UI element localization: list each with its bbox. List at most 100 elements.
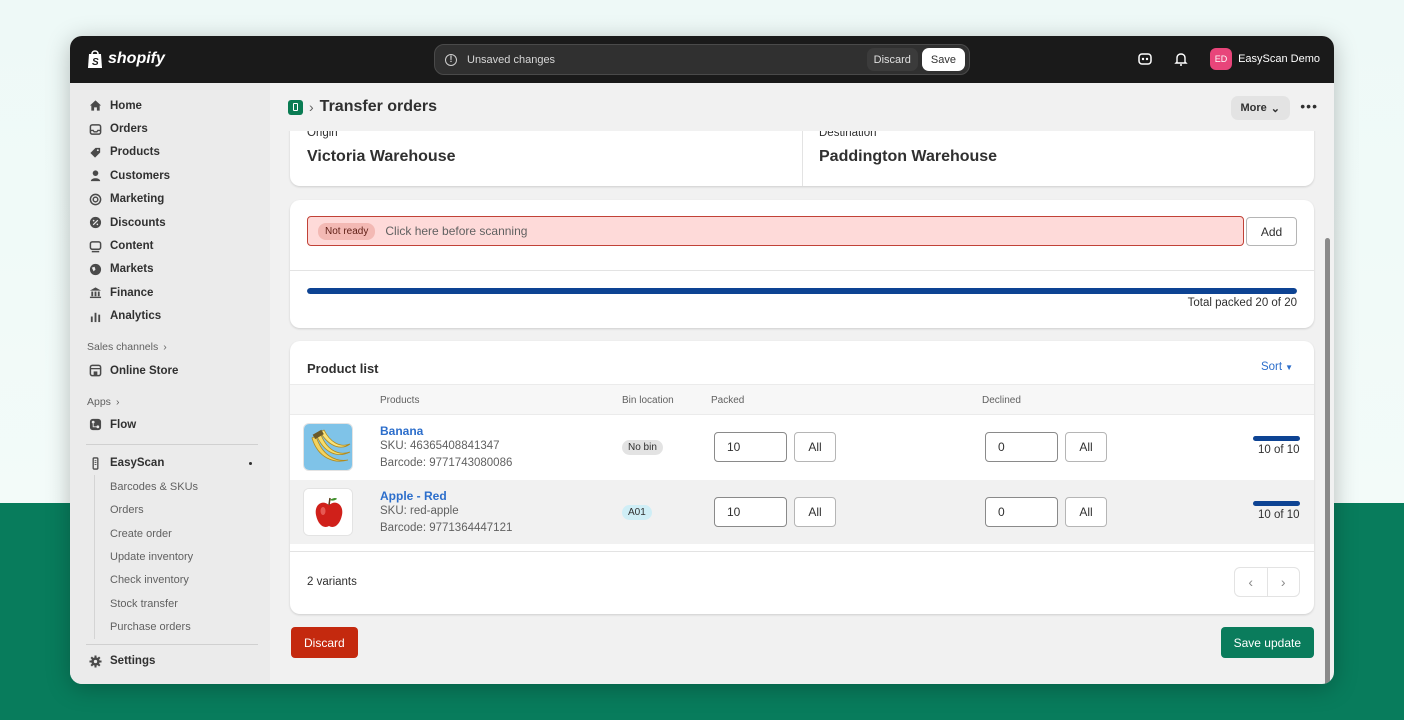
sidebar-item-orders[interactable]: Orders: [70, 117, 270, 140]
sales-channels-title[interactable]: Sales channels ›: [70, 336, 270, 359]
chevron-right-icon[interactable]: ›: [1268, 568, 1300, 596]
sidebar-item-easyscan[interactable]: EasyScan: [70, 452, 270, 475]
banana-image: [303, 423, 353, 471]
sidebar-subitem-create-order[interactable]: Create order: [70, 521, 270, 546]
sidebar-item-discounts[interactable]: Discounts: [70, 211, 270, 234]
sidebar-item-label: Markets: [110, 263, 154, 276]
product-barcode: Barcode: 9771364447121: [380, 522, 513, 534]
unsaved-changes-bar: ! Unsaved changes Discard Save: [434, 44, 970, 75]
sidekick-icon[interactable]: [1134, 48, 1156, 70]
sidebar-subitem-barcodes[interactable]: Barcodes & SKUs: [70, 475, 270, 499]
column-header-bin: Bin location: [622, 395, 674, 406]
sidebar-item-markets[interactable]: Markets: [70, 258, 270, 281]
apple-image: [303, 488, 353, 536]
scrollbar[interactable]: [1325, 238, 1330, 684]
sidebar-item-flow[interactable]: Flow: [70, 413, 270, 436]
sidebar-subitem-purchase-orders[interactable]: Purchase orders: [70, 615, 270, 640]
sidebar-item-label: Analytics: [110, 310, 162, 323]
packed-input[interactable]: [714, 497, 787, 527]
chevron-left-icon[interactable]: ‹: [1235, 568, 1268, 596]
sidebar: Home Orders Products Customers Marketing…: [70, 83, 270, 684]
sidebar-item-home[interactable]: Home: [70, 94, 270, 117]
main-content: › Transfer orders More ⌄ ••• Origin Victo…: [270, 83, 1334, 684]
origin-column: Origin Victoria Warehouse: [307, 127, 456, 166]
top-bar: S shopify ! Unsaved changes Discard Save…: [70, 36, 1334, 83]
sidebar-item-label: EasyScan: [110, 457, 165, 470]
sidebar-item-analytics[interactable]: Analytics: [70, 305, 270, 328]
person-icon: [88, 169, 102, 183]
table-row: Apple - Red SKU: red-apple Barcode: 9771…: [290, 480, 1314, 544]
locations-card: Origin Victoria Warehouse Destination Pa…: [290, 123, 1314, 186]
sidebar-nav: Home Orders Products Customers Marketing…: [70, 94, 270, 328]
product-barcode: Barcode: 9771743080086: [380, 457, 513, 469]
more-actions-button[interactable]: More ⌄: [1230, 96, 1290, 120]
table-row: Banana SKU: 46365408841347 Barcode: 9771…: [290, 415, 1314, 479]
destination-value: Paddington Warehouse: [819, 148, 998, 165]
sidebar-divider: [86, 443, 258, 445]
sidebar-item-finance[interactable]: Finance: [70, 281, 270, 304]
scanner-card: Not ready Click here before scanning Add…: [290, 200, 1314, 328]
packed-all-button[interactable]: All: [794, 497, 836, 527]
settings-divider: [86, 644, 258, 645]
table-header: Products Bin location Packed Declined: [290, 384, 1314, 415]
bank-icon: [88, 286, 102, 300]
page-header: › Transfer orders More ⌄ •••: [270, 83, 1334, 131]
declined-input[interactable]: [985, 432, 1058, 462]
discard-button[interactable]: Discard: [291, 627, 358, 658]
discount-icon: [88, 216, 102, 230]
row-progress-fill: [1253, 501, 1300, 506]
row-progress-bar: [1253, 501, 1300, 506]
save-changes-button[interactable]: Save: [921, 48, 965, 71]
sidebar-item-settings[interactable]: Settings: [70, 650, 270, 673]
svg-text:S: S: [92, 57, 99, 68]
sidebar-subitem-orders[interactable]: Orders: [70, 498, 270, 523]
column-header-packed: Packed: [711, 395, 745, 406]
sidebar-item-products[interactable]: Products: [70, 141, 270, 164]
declined-input[interactable]: [985, 497, 1058, 527]
product-link[interactable]: Banana: [380, 424, 423, 438]
discard-changes-button[interactable]: Discard: [866, 48, 918, 71]
sidebar-item-marketing[interactable]: Marketing: [70, 188, 270, 211]
user-menu[interactable]: ED EasyScan Demo: [1210, 48, 1320, 70]
total-packed-text: Total packed 20 of 20: [1187, 297, 1297, 309]
target-icon: [88, 192, 102, 206]
total-progress-bar: [307, 288, 1297, 294]
tag-icon: [88, 145, 102, 159]
product-sku: SKU: red-apple: [380, 505, 459, 517]
packed-all-button[interactable]: All: [794, 432, 836, 462]
bell-icon[interactable]: [1170, 48, 1192, 70]
sidebar-item-label: Customers: [110, 169, 171, 182]
row-progress-text: 10 of 10: [1258, 444, 1300, 456]
sidebar-subitem-update-inventory[interactable]: Update inventory: [70, 545, 270, 570]
packed-input[interactable]: [714, 432, 787, 462]
sidebar-subitem-check-inventory[interactable]: Check inventory: [70, 568, 270, 593]
sidebar-subitem-stock-transfer[interactable]: Stock transfer: [70, 592, 270, 616]
product-sku: SKU: 46365408841347: [380, 440, 500, 452]
product-list-card: Product list Sort ▼ Products Bin location…: [290, 341, 1314, 614]
apps-title[interactable]: Apps ›: [70, 390, 270, 413]
chevron-right-icon: ›: [115, 395, 120, 408]
sidebar-item-label: Finance: [110, 286, 154, 299]
declined-all-button[interactable]: All: [1065, 497, 1107, 527]
sidebar-item-content[interactable]: Content: [70, 234, 270, 257]
sidebar-item-customers[interactable]: Customers: [70, 164, 270, 187]
info-icon: !: [445, 53, 457, 66]
product-link[interactable]: Apple - Red: [380, 489, 447, 503]
shopify-logo[interactable]: S shopify: [86, 49, 165, 69]
easyscan-app-icon[interactable]: [288, 99, 303, 115]
declined-all-button[interactable]: All: [1065, 432, 1107, 462]
scan-input[interactable]: Not ready Click here before scanning: [307, 216, 1244, 246]
bin-badge: A01: [622, 505, 652, 520]
home-icon: [88, 99, 102, 113]
avatar: ED: [1210, 48, 1233, 70]
inbox-icon: [88, 122, 102, 136]
row-progress-text: 10 of 10: [1258, 509, 1300, 521]
sidebar-item-online-store[interactable]: Online Store: [70, 359, 270, 382]
chart-icon: [88, 309, 102, 323]
flow-icon: [88, 418, 102, 432]
ellipsis-icon[interactable]: •••: [1300, 98, 1318, 114]
sidebar-item-label: Settings: [110, 655, 156, 668]
save-update-button[interactable]: Save update: [1220, 627, 1314, 658]
add-button[interactable]: Add: [1246, 217, 1297, 246]
sort-button[interactable]: Sort ▼: [1261, 361, 1293, 373]
